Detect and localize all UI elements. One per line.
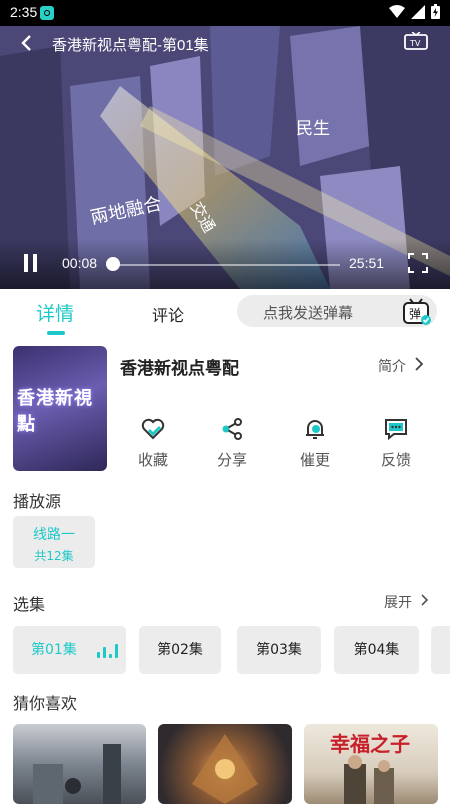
recommend-thumb[interactable] <box>13 724 146 804</box>
episode-chip-partial[interactable] <box>431 626 450 674</box>
feedback-label: 反馈 <box>380 451 411 469</box>
playing-bars-icon <box>97 644 118 658</box>
share-button[interactable]: 分享 <box>207 417 257 470</box>
episode-label: 第03集 <box>256 642 302 658</box>
video-player[interactable]: 兩地融合 交通 民生 香港新视点粤配-第01集 TV 00:08 25:51 <box>0 26 450 289</box>
progress-track[interactable] <box>112 264 340 266</box>
favorite-button[interactable]: 收藏 <box>128 417 178 470</box>
duration: 25:51 <box>349 255 385 271</box>
danmu-placeholder: 点我发送弹幕 <box>263 304 354 322</box>
current-time: 00:08 <box>62 255 98 271</box>
app-notification-icon <box>40 6 54 20</box>
signal-icon <box>411 4 425 19</box>
episode-chip[interactable]: 第01集 <box>13 626 126 674</box>
show-title: 香港新视点粤配 <box>120 359 239 379</box>
chevron-right-icon[interactable] <box>420 593 429 607</box>
recommend-thumb[interactable]: 幸福之子 <box>304 724 438 804</box>
danmu-toggle-icon[interactable]: 弹 <box>402 298 432 326</box>
episode-chip[interactable]: 第02集 <box>139 626 221 674</box>
expand-button[interactable]: 展开 <box>384 592 412 612</box>
pause-icon[interactable] <box>22 253 40 273</box>
recommend-section-title: 猜你喜欢 <box>13 694 78 713</box>
tab-indicator <box>47 331 65 335</box>
cast-tv-icon[interactable]: TV <box>404 32 428 52</box>
urge-update-label: 催更 <box>299 451 330 469</box>
video-title: 香港新视点粤配-第01集 <box>52 37 209 54</box>
urge-update-button[interactable]: 催更 <box>290 417 340 470</box>
battery-icon <box>431 4 440 19</box>
fullscreen-icon[interactable] <box>408 253 428 273</box>
chevron-right-icon[interactable] <box>414 356 424 372</box>
tab-bar: 详情 评论 点我发送弹幕 弹 <box>0 289 450 337</box>
episode-chip[interactable]: 第03集 <box>237 626 321 674</box>
intro-link[interactable]: 简介 <box>378 356 406 376</box>
bell-icon <box>306 420 324 439</box>
episodes-section-title: 选集 <box>13 595 46 614</box>
show-cover[interactable]: 香港新視點 <box>13 346 107 471</box>
svg-text:TV: TV <box>409 39 421 48</box>
status-bar: 2:35 <box>0 0 450 26</box>
feedback-button[interactable]: 反馈 <box>371 417 421 470</box>
tab-comments[interactable]: 评论 <box>152 302 184 326</box>
episode-label: 第04集 <box>353 642 400 658</box>
danmu-icon-label: 弹 <box>409 307 421 321</box>
feedback-icon <box>385 419 407 441</box>
heart-icon <box>141 418 165 440</box>
favorite-label: 收藏 <box>137 451 168 469</box>
player-title-bar: 香港新视点粤配-第01集 TV <box>0 26 450 62</box>
thumb-image <box>344 755 394 804</box>
source-count: 共12集 <box>34 549 74 563</box>
thumb-image <box>192 734 258 804</box>
share-label: 分享 <box>216 451 247 469</box>
episode-label: 第02集 <box>157 642 203 658</box>
source-section-title: 播放源 <box>13 492 62 511</box>
wifi-icon <box>389 4 405 18</box>
source-name: 线路一 <box>33 527 75 543</box>
status-time: 2:35 <box>10 4 38 20</box>
overlay-text-3: 民生 <box>296 119 330 139</box>
cover-title-text: 香港新視點 <box>17 388 93 435</box>
progress-knob[interactable] <box>106 257 121 271</box>
status-icons <box>389 4 440 19</box>
episode-label: 第01集 <box>31 642 77 658</box>
share-icon <box>222 418 242 440</box>
thumb-image <box>33 744 121 804</box>
tab-details[interactable]: 详情 <box>36 299 74 326</box>
player-controls: 00:08 25:51 <box>0 239 450 289</box>
source-chip[interactable]: 线路一 共12集 <box>13 516 95 568</box>
episode-chip[interactable]: 第04集 <box>334 626 419 674</box>
recommend-thumb[interactable] <box>158 724 292 804</box>
back-arrow-icon[interactable] <box>18 34 36 52</box>
